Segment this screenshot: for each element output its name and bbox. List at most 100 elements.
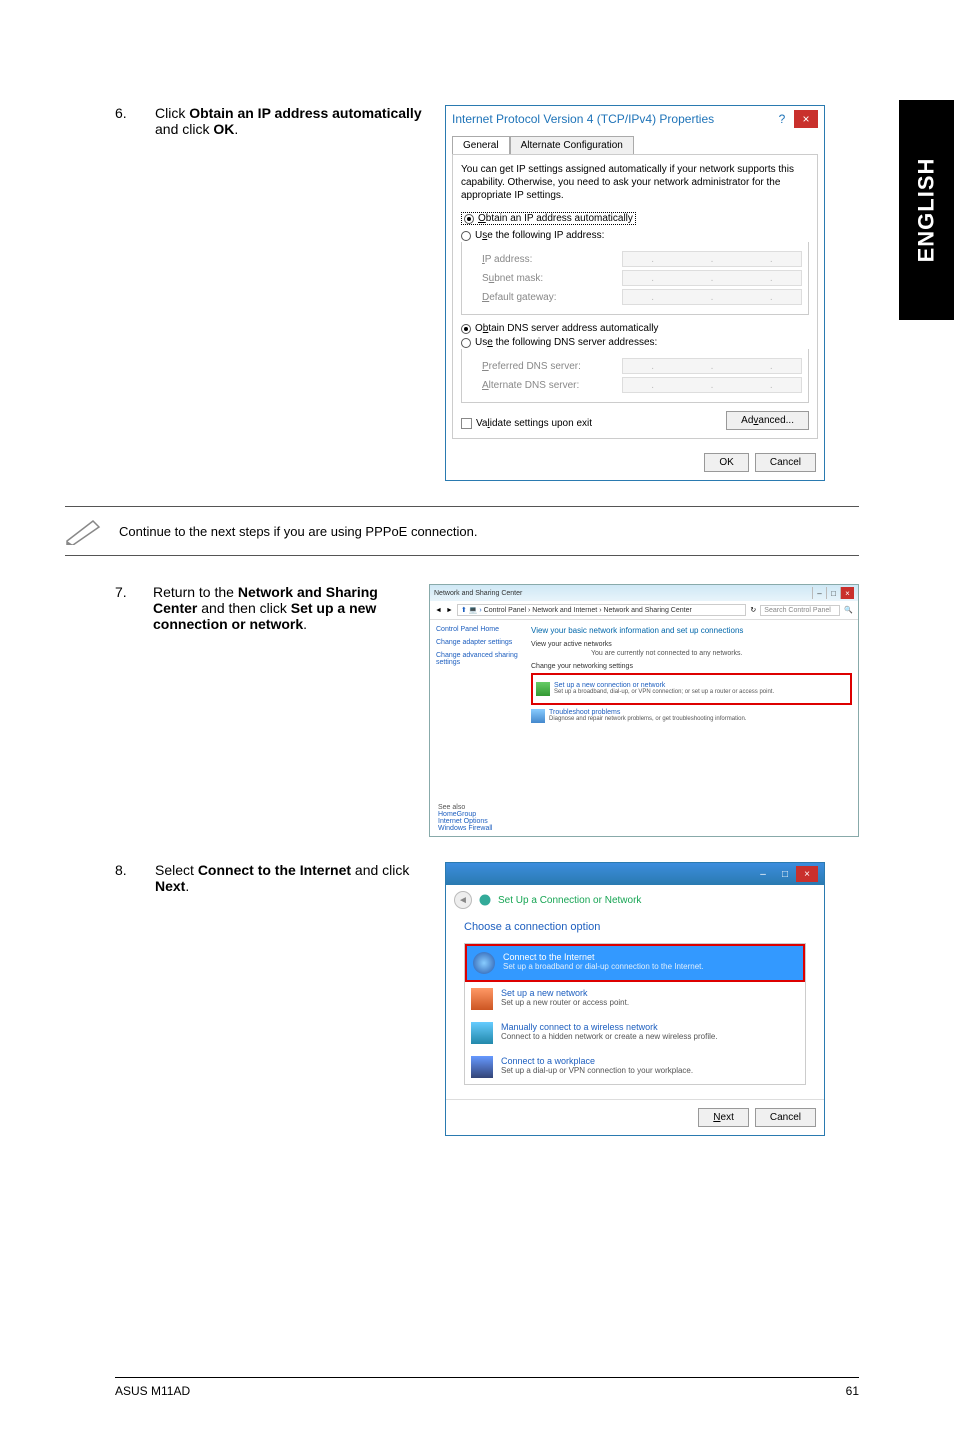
opt-sub: Set up a new router or access point. [501, 998, 629, 1007]
control-panel-home-link[interactable]: Control Panel Home [436, 626, 519, 633]
setup-connection-link[interactable]: Set up a new connection or networkSet up… [536, 682, 847, 696]
radio-obtain-dns-auto[interactable]: Obtain DNS server address automatically [461, 323, 809, 334]
close-btn[interactable]: × [796, 866, 818, 882]
dialog-tabs: General Alternate Configuration [446, 132, 824, 154]
highlighted-setup-connection: Set up a new connection or networkSet up… [531, 673, 852, 705]
validate-checkbox[interactable]: Validate settings upon exit [461, 418, 592, 429]
step-8: 8. Select Connect to the Internet and cl… [115, 862, 859, 1136]
ipv4-properties-screenshot: Internet Protocol Version 4 (TCP/IPv4) P… [445, 105, 859, 481]
cancel-button[interactable]: Cancel [755, 1108, 816, 1127]
tab-alternate[interactable]: Alternate Configuration [510, 136, 634, 154]
troubleshoot-link[interactable]: Troubleshoot problemsDiagnose and repair… [531, 709, 852, 723]
radio-obtain-ip-auto[interactable]: OObtain an IP address automaticallybtain… [461, 212, 636, 225]
search-box[interactable]: Search Control Panel [760, 605, 840, 616]
txt: Click [155, 105, 189, 121]
close-btn[interactable]: × [840, 587, 854, 599]
note-block: Continue to the next steps if you are us… [65, 506, 859, 556]
fwd-icon[interactable]: ► [446, 607, 453, 614]
row-subnet: Subnet mask:... [468, 270, 802, 286]
step-number: 8. [115, 862, 155, 1136]
txt: . [185, 878, 189, 894]
nsc-window: Network and Sharing Center –□× ◄ ► ⬆ 💻 › … [429, 584, 859, 837]
window-title: Network and Sharing Center [434, 590, 522, 597]
close-button[interactable]: × [794, 110, 818, 128]
change-sharing-link[interactable]: Change advanced sharing settings [436, 652, 519, 666]
option-new-network[interactable]: Set up a new networkSet up a new router … [465, 982, 805, 1016]
globe-icon [473, 952, 495, 974]
footer-page: 61 [846, 1384, 859, 1398]
alt-dns-field: ... [622, 377, 802, 393]
radio-use-ip[interactable]: Use the following IP address: [461, 230, 809, 241]
opt-title: Connect to a workplace [501, 1056, 693, 1066]
footer-model: ASUS M11AD [115, 1384, 190, 1398]
internet-options-link[interactable]: Internet Options [438, 818, 850, 825]
back-button[interactable]: ◄ [454, 891, 472, 909]
step-7: 7. Return to the Network and Sharing Cen… [115, 584, 859, 837]
link-title: Set up a new connection or network [554, 682, 774, 689]
view-active-networks: View your active networks [531, 641, 852, 648]
wizard-heading: Choose a connection option [464, 921, 806, 933]
gateway-field: ... [622, 289, 802, 305]
wizard-title: Set Up a Connection or Network [498, 895, 641, 906]
max-btn[interactable]: □ [826, 587, 840, 599]
min-btn[interactable]: – [752, 866, 774, 882]
txt-bold: Obtain an IP address automatically [189, 105, 421, 121]
advanced-button[interactable]: Advanced... [726, 411, 809, 430]
homegroup-link[interactable]: HomeGroup [438, 811, 850, 818]
back-icon[interactable]: ◄ [435, 607, 442, 614]
radio-icon [464, 214, 474, 224]
note-text: Continue to the next steps if you are us… [119, 524, 477, 539]
step-text: Select Connect to the Internet and click… [155, 862, 445, 1136]
link-title: Troubleshoot problems [549, 709, 746, 716]
txt: . [234, 121, 238, 137]
network-sharing-center-screenshot: Network and Sharing Center –□× ◄ ► ⬆ 💻 › … [429, 584, 859, 837]
ip-address-field: ... [622, 251, 802, 267]
wizard-body: Choose a connection option Connect to th… [446, 915, 824, 1099]
ok-button[interactable]: OK [704, 453, 748, 472]
not-connected: You are currently not connected to any n… [591, 650, 852, 657]
option-wireless[interactable]: Manually connect to a wireless networkCo… [465, 1016, 805, 1050]
pref-dns-field: ... [622, 358, 802, 374]
checkbox-icon [461, 418, 472, 429]
opt-title: Manually connect to a wireless network [501, 1022, 718, 1032]
wizard-dialog: –□× ◄ Set Up a Connection or Network Cho… [445, 862, 825, 1136]
wizard-icon [478, 893, 492, 907]
tab-general[interactable]: General [452, 136, 510, 154]
wizard-option-list: Connect to the InternetSet up a broadban… [464, 943, 806, 1085]
radio-use-dns[interactable]: Use the following DNS server addresses: [461, 337, 809, 348]
change-networking-settings: Change your networking settings [531, 663, 852, 670]
refresh-icon[interactable]: ↻ [750, 606, 756, 614]
address-bar[interactable]: ⬆ 💻 › Control Panel › Network and Intern… [457, 604, 747, 616]
setup-connection-icon [536, 682, 550, 696]
txt-bold: Connect to the Internet [198, 862, 351, 878]
search-icon[interactable]: 🔍 [844, 606, 853, 614]
wizard-header: ◄ Set Up a Connection or Network [446, 885, 824, 915]
option-connect-internet[interactable]: Connect to the InternetSet up a broadban… [465, 944, 805, 982]
txt-bold: OK [213, 121, 234, 137]
help-button[interactable]: ? [770, 110, 794, 128]
change-adapter-link[interactable]: Change adapter settings [436, 639, 519, 646]
dialog-body: You can get IP settings assigned automat… [452, 154, 818, 439]
troubleshoot-icon [531, 709, 545, 723]
radio-icon [461, 338, 471, 348]
txt: . [303, 616, 307, 632]
windows-firewall-link[interactable]: Windows Firewall [438, 825, 850, 832]
row-alt-dns: Alternate DNS server:... [468, 377, 802, 393]
ipv4-dialog: Internet Protocol Version 4 (TCP/IPv4) P… [445, 105, 825, 481]
option-workplace[interactable]: Connect to a workplaceSet up a dial-up o… [465, 1050, 805, 1084]
opt-sub: Set up a broadband or dial-up connection… [503, 962, 704, 971]
radio-icon [461, 231, 471, 241]
step-number: 6. [115, 105, 155, 481]
page-footer: ASUS M11AD 61 [115, 1377, 859, 1398]
max-btn[interactable]: □ [774, 866, 796, 882]
txt: and then click [197, 600, 290, 616]
opt-title: Connect to the Internet [503, 952, 704, 962]
nsc-titlebar: Network and Sharing Center –□× [430, 585, 858, 601]
subnet-field: ... [622, 270, 802, 286]
next-button[interactable]: Next [698, 1108, 749, 1127]
dialog-description: You can get IP settings assigned automat… [461, 163, 809, 202]
txt: Select [155, 862, 198, 878]
min-btn[interactable]: – [812, 587, 826, 599]
cancel-button[interactable]: Cancel [755, 453, 816, 472]
link-sub: Set up a broadband, dial-up, or VPN conn… [554, 689, 774, 695]
